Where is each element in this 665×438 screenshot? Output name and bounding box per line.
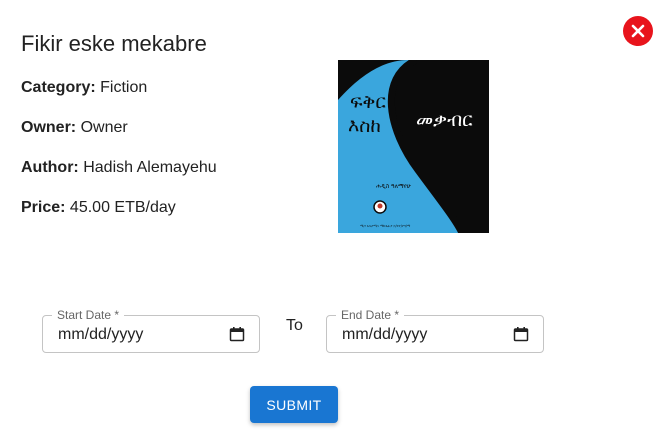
price-value: 45.00 ETB/day bbox=[69, 199, 176, 216]
owner-value: Owner bbox=[80, 119, 128, 136]
price-label: Price: bbox=[21, 199, 66, 216]
cover-text-top: ፍቅር bbox=[350, 91, 386, 113]
end-date-field[interactable]: End Date * mm/dd/yyyy bbox=[326, 308, 544, 353]
end-date-input[interactable]: mm/dd/yyyy bbox=[342, 326, 427, 344]
cover-text-right: መቃብር bbox=[416, 109, 473, 131]
book-title: Fikir eske mekabre bbox=[21, 31, 207, 56]
cover-text-mid: እስከ bbox=[348, 115, 381, 137]
calendar-icon[interactable] bbox=[513, 326, 529, 342]
submit-button[interactable]: SUBMIT bbox=[250, 386, 338, 423]
start-date-label: Start Date * bbox=[52, 308, 125, 322]
category-label: Category: bbox=[21, 79, 96, 96]
category-value: Fiction bbox=[100, 79, 148, 96]
close-icon bbox=[631, 24, 645, 38]
end-date-label: End Date * bbox=[336, 308, 405, 322]
price-line: Price: 45.00 ETB/day bbox=[21, 199, 176, 217]
cover-author-small: ሐዲስ ዓለማየሁ bbox=[376, 183, 412, 190]
book-cover-image: ፍቅር እስከ መቃብር ሐዲስ ዓለማየሁ ሜጋ አሳታሚና ማከፋፈያ ኃ/… bbox=[338, 60, 489, 233]
category-line: Category: Fiction bbox=[21, 79, 147, 97]
to-label: To bbox=[286, 317, 303, 334]
author-line: Author: Hadish Alemayehu bbox=[21, 159, 217, 177]
owner-line: Owner: Owner bbox=[21, 119, 128, 137]
author-value: Hadish Alemayehu bbox=[83, 159, 217, 176]
book-rent-dialog: Fikir eske mekabre Category: Fiction Own… bbox=[0, 0, 665, 438]
calendar-icon[interactable] bbox=[229, 326, 245, 342]
author-label: Author: bbox=[21, 159, 79, 176]
start-date-field[interactable]: Start Date * mm/dd/yyyy bbox=[42, 308, 260, 353]
close-button[interactable] bbox=[623, 16, 653, 46]
cover-publisher-small: ሜጋ አሳታሚና ማከፋፈያ ኃ/የተ/የግ/ማ bbox=[360, 224, 411, 228]
start-date-input[interactable]: mm/dd/yyyy bbox=[58, 326, 143, 344]
owner-label: Owner: bbox=[21, 119, 77, 136]
